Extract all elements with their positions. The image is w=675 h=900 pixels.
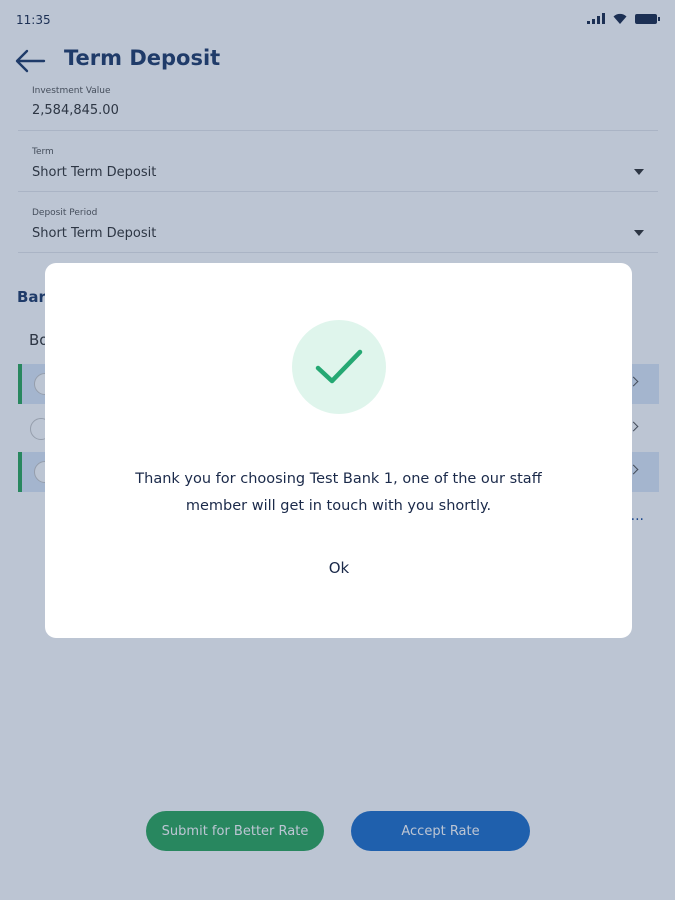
checkmark-icon [315,349,363,384]
ok-button[interactable]: Ok [313,559,365,583]
success-badge [292,320,386,414]
success-dialog: Thank you for choosing Test Bank 1, one … [45,263,632,638]
dialog-message: Thank you for choosing Test Bank 1, one … [135,471,542,514]
